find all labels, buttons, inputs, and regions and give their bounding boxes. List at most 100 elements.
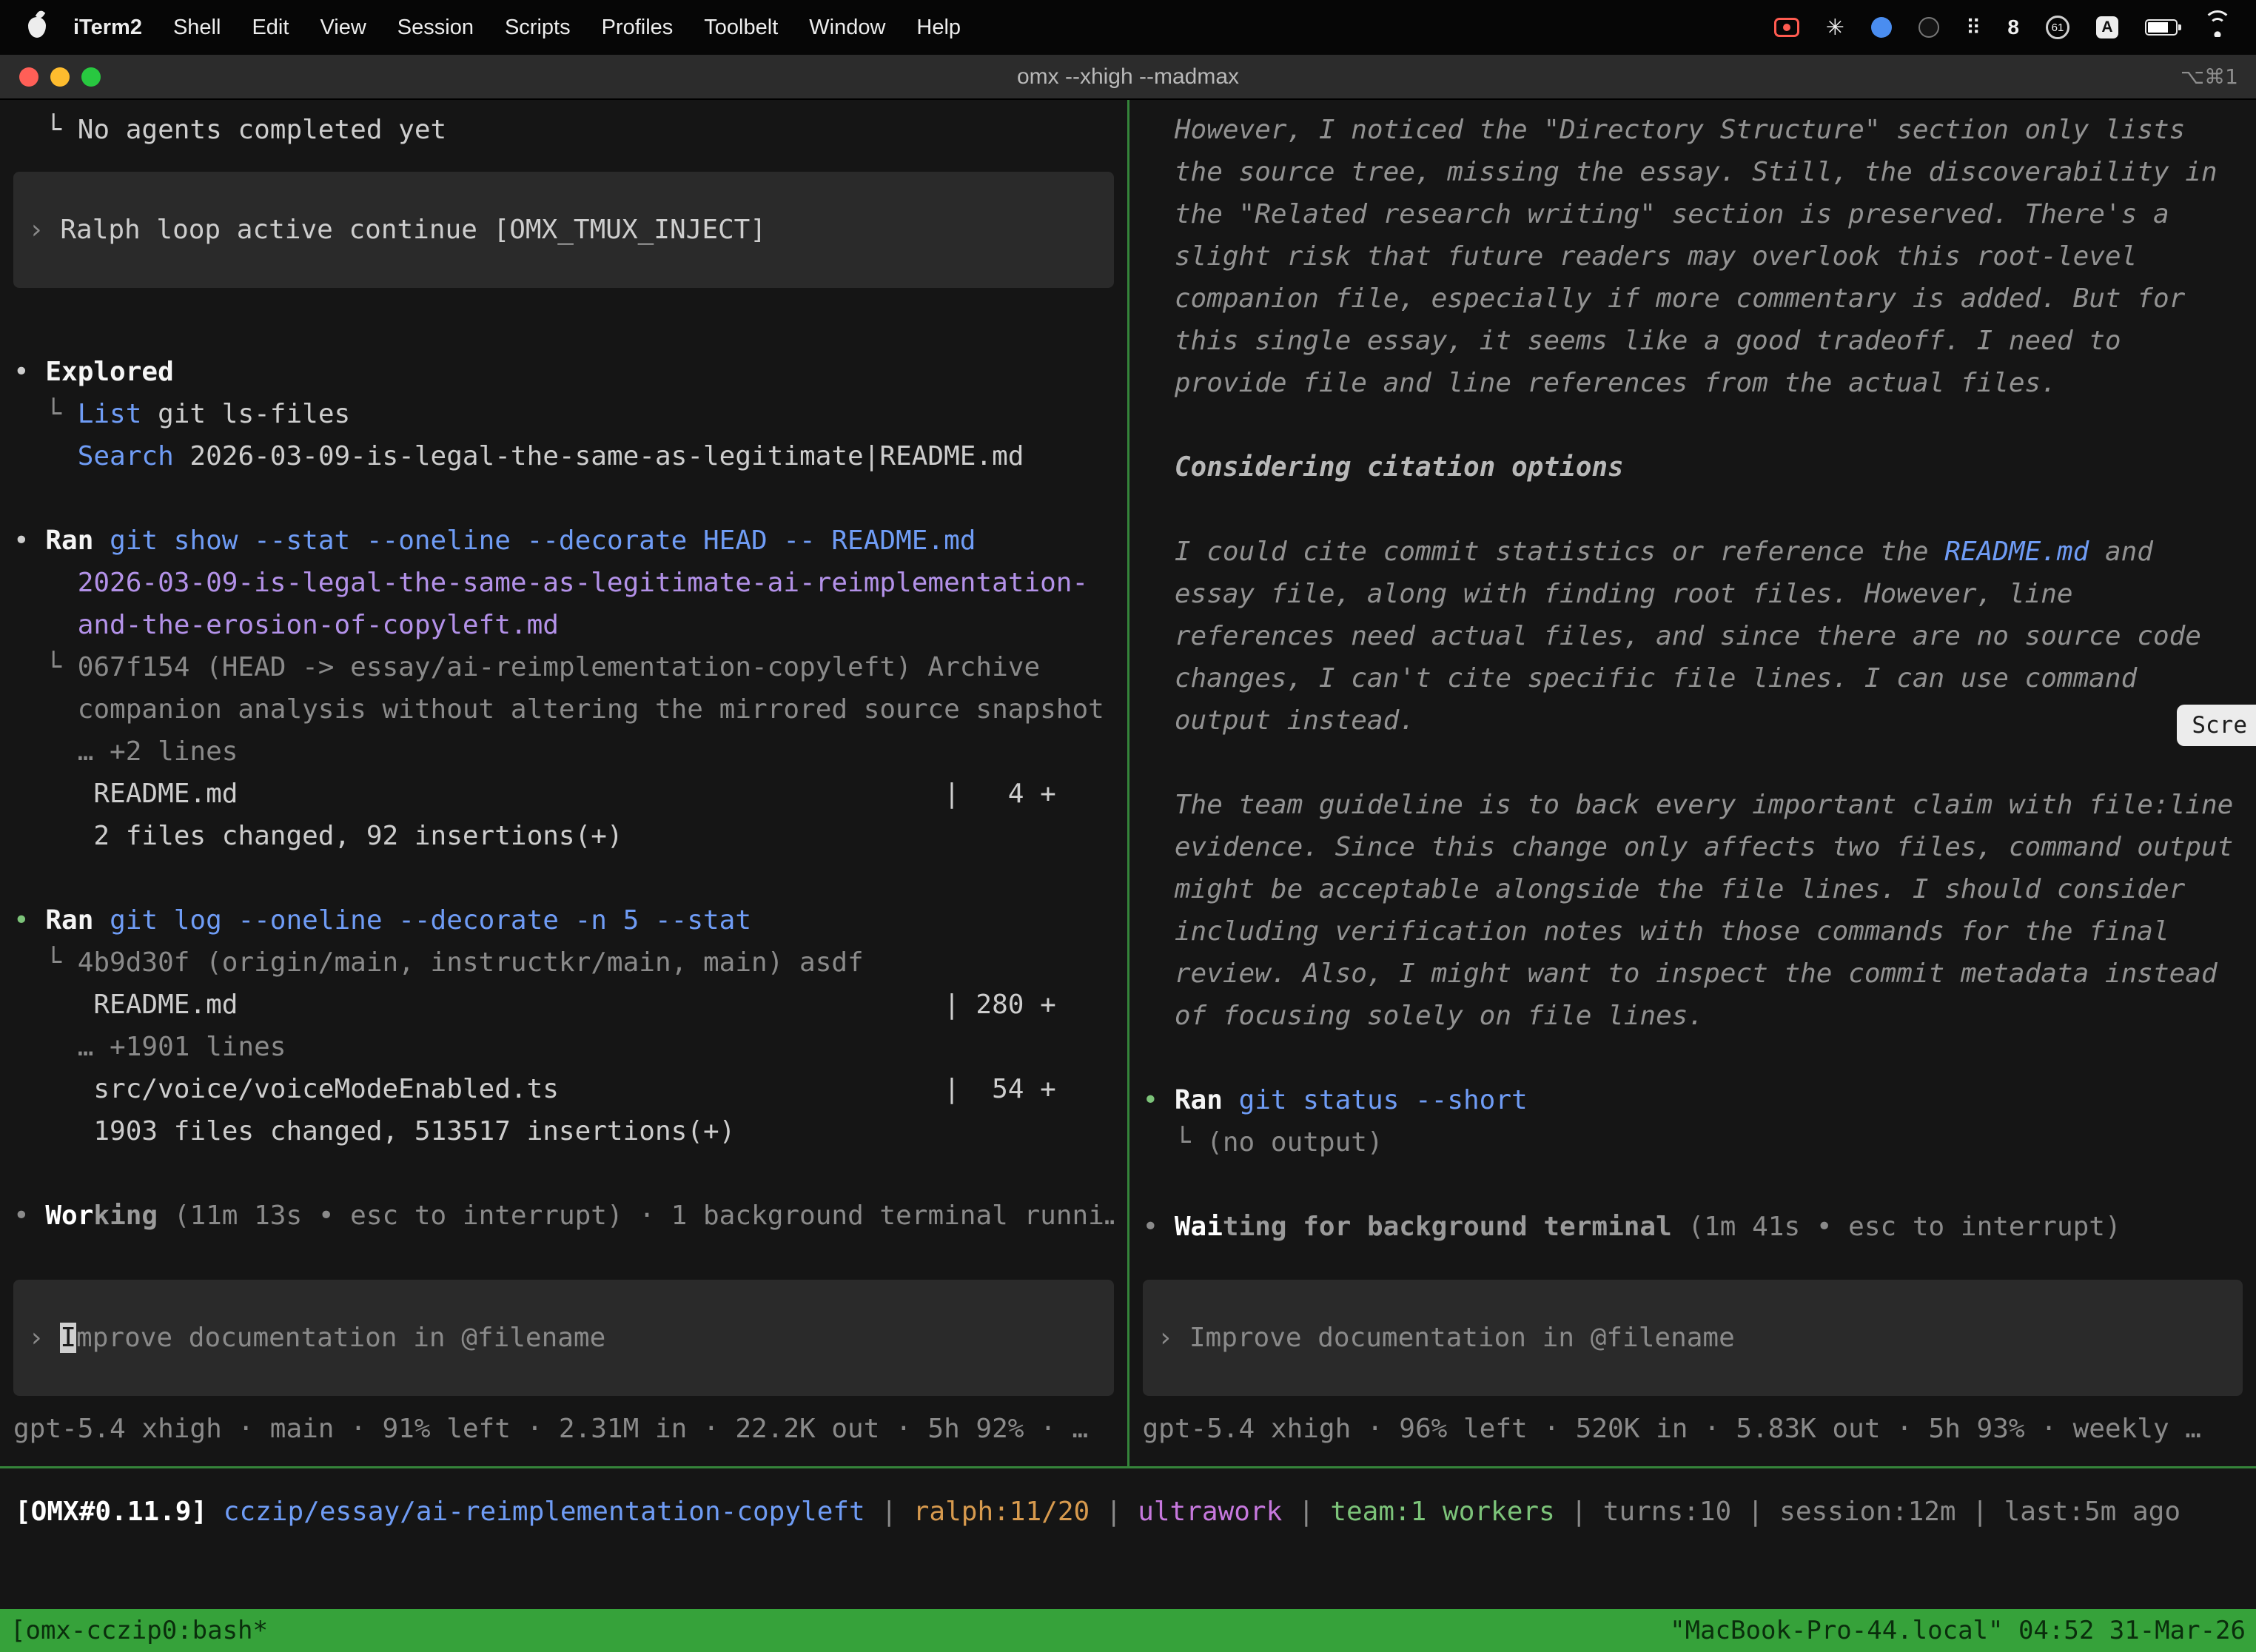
terminal-line: essay file, along with finding root file… [1143, 573, 2243, 615]
text-segment: Ralph loop active continue [OMX_TMUX_INJ… [60, 215, 766, 245]
menu-shell[interactable]: Shell [158, 16, 237, 40]
text-segment: The team guideline is to back every impo… [1143, 790, 2234, 820]
left-scrollback[interactable]: └ No agents completed yet › Ralph loop a… [13, 109, 1114, 1280]
text-segment: I [60, 1323, 76, 1353]
menu-view[interactable]: View [304, 16, 381, 40]
text-segment: slight risk that future readers may over… [1143, 241, 2138, 272]
text-segment: git show --stat --oneline --decorate HEA… [93, 526, 976, 556]
text-segment: cczip/essay/ai-reimplementation-copyleft [224, 1497, 865, 1527]
terminal-line: • Explored [13, 351, 1114, 393]
menu-scripts[interactable]: Scripts [489, 16, 586, 40]
window-titlebar[interactable]: omx --xhigh --madmax ⌥⌘1 [0, 55, 2256, 99]
window-title: omx --xhigh --madmax [0, 64, 2256, 90]
battery-icon[interactable] [2145, 19, 2178, 36]
terminal-line: • Ran git status --short [1143, 1079, 2243, 1121]
dark-app-icon[interactable] [1918, 17, 1939, 38]
blue-app-icon[interactable] [1871, 17, 1892, 38]
terminal-line [1143, 488, 2243, 531]
close-button[interactable] [19, 67, 38, 87]
tmux-status-bar: [omx-cczip0:bash* "MacBook-Pro-44.local"… [0, 1609, 2256, 1652]
text-segment: the "Related research writing" section i… [1143, 199, 2169, 229]
terminal-line: └ (no output) [1143, 1121, 2243, 1164]
terminal-line: references need actual files, and since … [1143, 615, 2243, 657]
text-segment: git ls-files [141, 399, 350, 429]
text-segment: • [13, 526, 45, 556]
terminal-line: companion analysis without altering the … [13, 688, 1114, 731]
terminal-line: README.md | 4 + [13, 773, 1114, 815]
input-source-icon[interactable]: A [2096, 16, 2118, 38]
minimize-button[interactable] [50, 67, 70, 87]
terminal-line: I could cite commit statistics or refere… [1143, 531, 2243, 573]
number-8-icon[interactable]: 8 [2007, 16, 2019, 39]
text-segment: king [93, 1201, 158, 1231]
terminal-line [13, 477, 1114, 520]
menu-profiles[interactable]: Profiles [586, 16, 689, 40]
terminal-line: Search 2026-03-09-is-legal-the-same-as-l… [13, 435, 1114, 477]
menu-window[interactable]: Window [793, 16, 901, 40]
omx-status-bar: [OMX#0.11.9] cczip/essay/ai-reimplementa… [0, 1468, 2256, 1609]
terminal-line: › Improve documentation in @filename [1158, 1317, 2229, 1359]
screen-recording-indicator[interactable] [1774, 18, 1799, 37]
text-segment: • [13, 1201, 45, 1231]
right-scrollback[interactable]: However, I noticed the "Directory Struct… [1143, 109, 2243, 1280]
menu-toolbelt[interactable]: Toolbelt [688, 16, 793, 40]
asterisk-icon[interactable]: ✳ [1826, 15, 1844, 41]
gauge-icon[interactable]: 61 [2046, 16, 2069, 39]
text-segment: README.md [1944, 537, 2089, 567]
text-segment: › Improve documentation in @filename [1158, 1323, 1735, 1353]
traffic-lights [0, 67, 101, 87]
terminal-line [13, 1152, 1114, 1195]
ralph-inject-box: › Ralph loop active continue [OMX_TMUX_I… [13, 172, 1114, 288]
text-segment: Explored [45, 357, 173, 387]
wifi-icon[interactable] [2204, 18, 2231, 37]
text-segment: › [28, 1323, 60, 1353]
terminal-line: └ List git ls-files [13, 393, 1114, 435]
text-segment: Considering citation options [1143, 452, 1624, 483]
terminal-line: Considering citation options [1143, 446, 2243, 488]
text-segment: | turns:10 | session:12m | last:5m ago [1555, 1497, 2181, 1527]
text-segment: including verification notes with those … [1143, 916, 2169, 947]
text-segment: Wai [1175, 1212, 1223, 1242]
right-pane[interactable]: However, I noticed the "Directory Struct… [1129, 100, 2256, 1466]
left-pane[interactable]: └ No agents completed yet › Ralph loop a… [0, 100, 1127, 1466]
text-segment: (1m 41s • esc to interrupt) [1672, 1212, 2121, 1242]
terminal-line: └ No agents completed yet [13, 109, 1114, 151]
text-segment: List [78, 399, 142, 429]
terminal-window: └ No agents completed yet › Ralph loop a… [0, 100, 2256, 1652]
text-segment: 1903 files changed, 513517 insertions(+) [13, 1116, 735, 1146]
text-segment: [OMX#0.11.9] [15, 1497, 224, 1527]
window-shortcut-badge: ⌥⌘1 [2181, 64, 2256, 89]
menu-iterm2[interactable]: iTerm2 [58, 16, 158, 40]
text-segment: the source tree, missing the essay. Stil… [1143, 157, 2218, 187]
menu-session[interactable]: Session [382, 16, 489, 40]
text-segment: might be acceptable alongside the file l… [1143, 874, 2186, 904]
text-segment: └ (no output) [1143, 1127, 1383, 1158]
menu-edit[interactable]: Edit [236, 16, 304, 40]
terminal-line: 1903 files changed, 513517 insertions(+) [13, 1110, 1114, 1152]
terminal-line [1143, 742, 2243, 784]
terminal-line [1143, 1037, 2243, 1079]
terminal-line: • Waiting for background terminal (1m 41… [1143, 1206, 2243, 1248]
screen-edge-button[interactable]: Scre [2177, 705, 2256, 746]
text-segment: of focusing solely on file lines. [1143, 1001, 1705, 1031]
terminal-line: the "Related research writing" section i… [1143, 193, 2243, 235]
terminal-line: • Ran git log --oneline --decorate -n 5 … [13, 899, 1114, 941]
text-segment: ultrawork [1138, 1497, 1282, 1527]
left-prompt-input[interactable]: › Improve documentation in @filename [13, 1280, 1114, 1396]
menu-items: iTerm2ShellEditViewSessionScriptsProfile… [58, 16, 976, 40]
terminal-line: src/voice/voiceModeEnabled.ts | 54 + [13, 1068, 1114, 1110]
zoom-button[interactable] [81, 67, 101, 87]
terminal-line: └ 4b9d30f (origin/main, instructkr/main,… [13, 941, 1114, 984]
terminal-line: changes, I can't cite specific file line… [1143, 657, 2243, 699]
text-segment: README.md | 4 + [13, 779, 1056, 809]
right-prompt-input[interactable]: › Improve documentation in @filename [1143, 1280, 2243, 1396]
menu-help[interactable]: Help [901, 16, 976, 40]
tmux-host-time: "MacBook-Pro-44.local" 04:52 31-Mar-26 [1670, 1616, 2246, 1645]
dots-grid-icon[interactable]: ⠿ [1966, 16, 1981, 40]
apple-menu-icon[interactable] [28, 17, 46, 38]
terminal-line: provide file and line references from th… [1143, 362, 2243, 404]
text-segment: provide file and line references from th… [1143, 368, 2057, 398]
terminal-line: output instead. [1143, 699, 2243, 742]
text-segment: essay file, along with finding root file… [1143, 579, 2073, 609]
text-segment: git status --short [1223, 1085, 1528, 1115]
